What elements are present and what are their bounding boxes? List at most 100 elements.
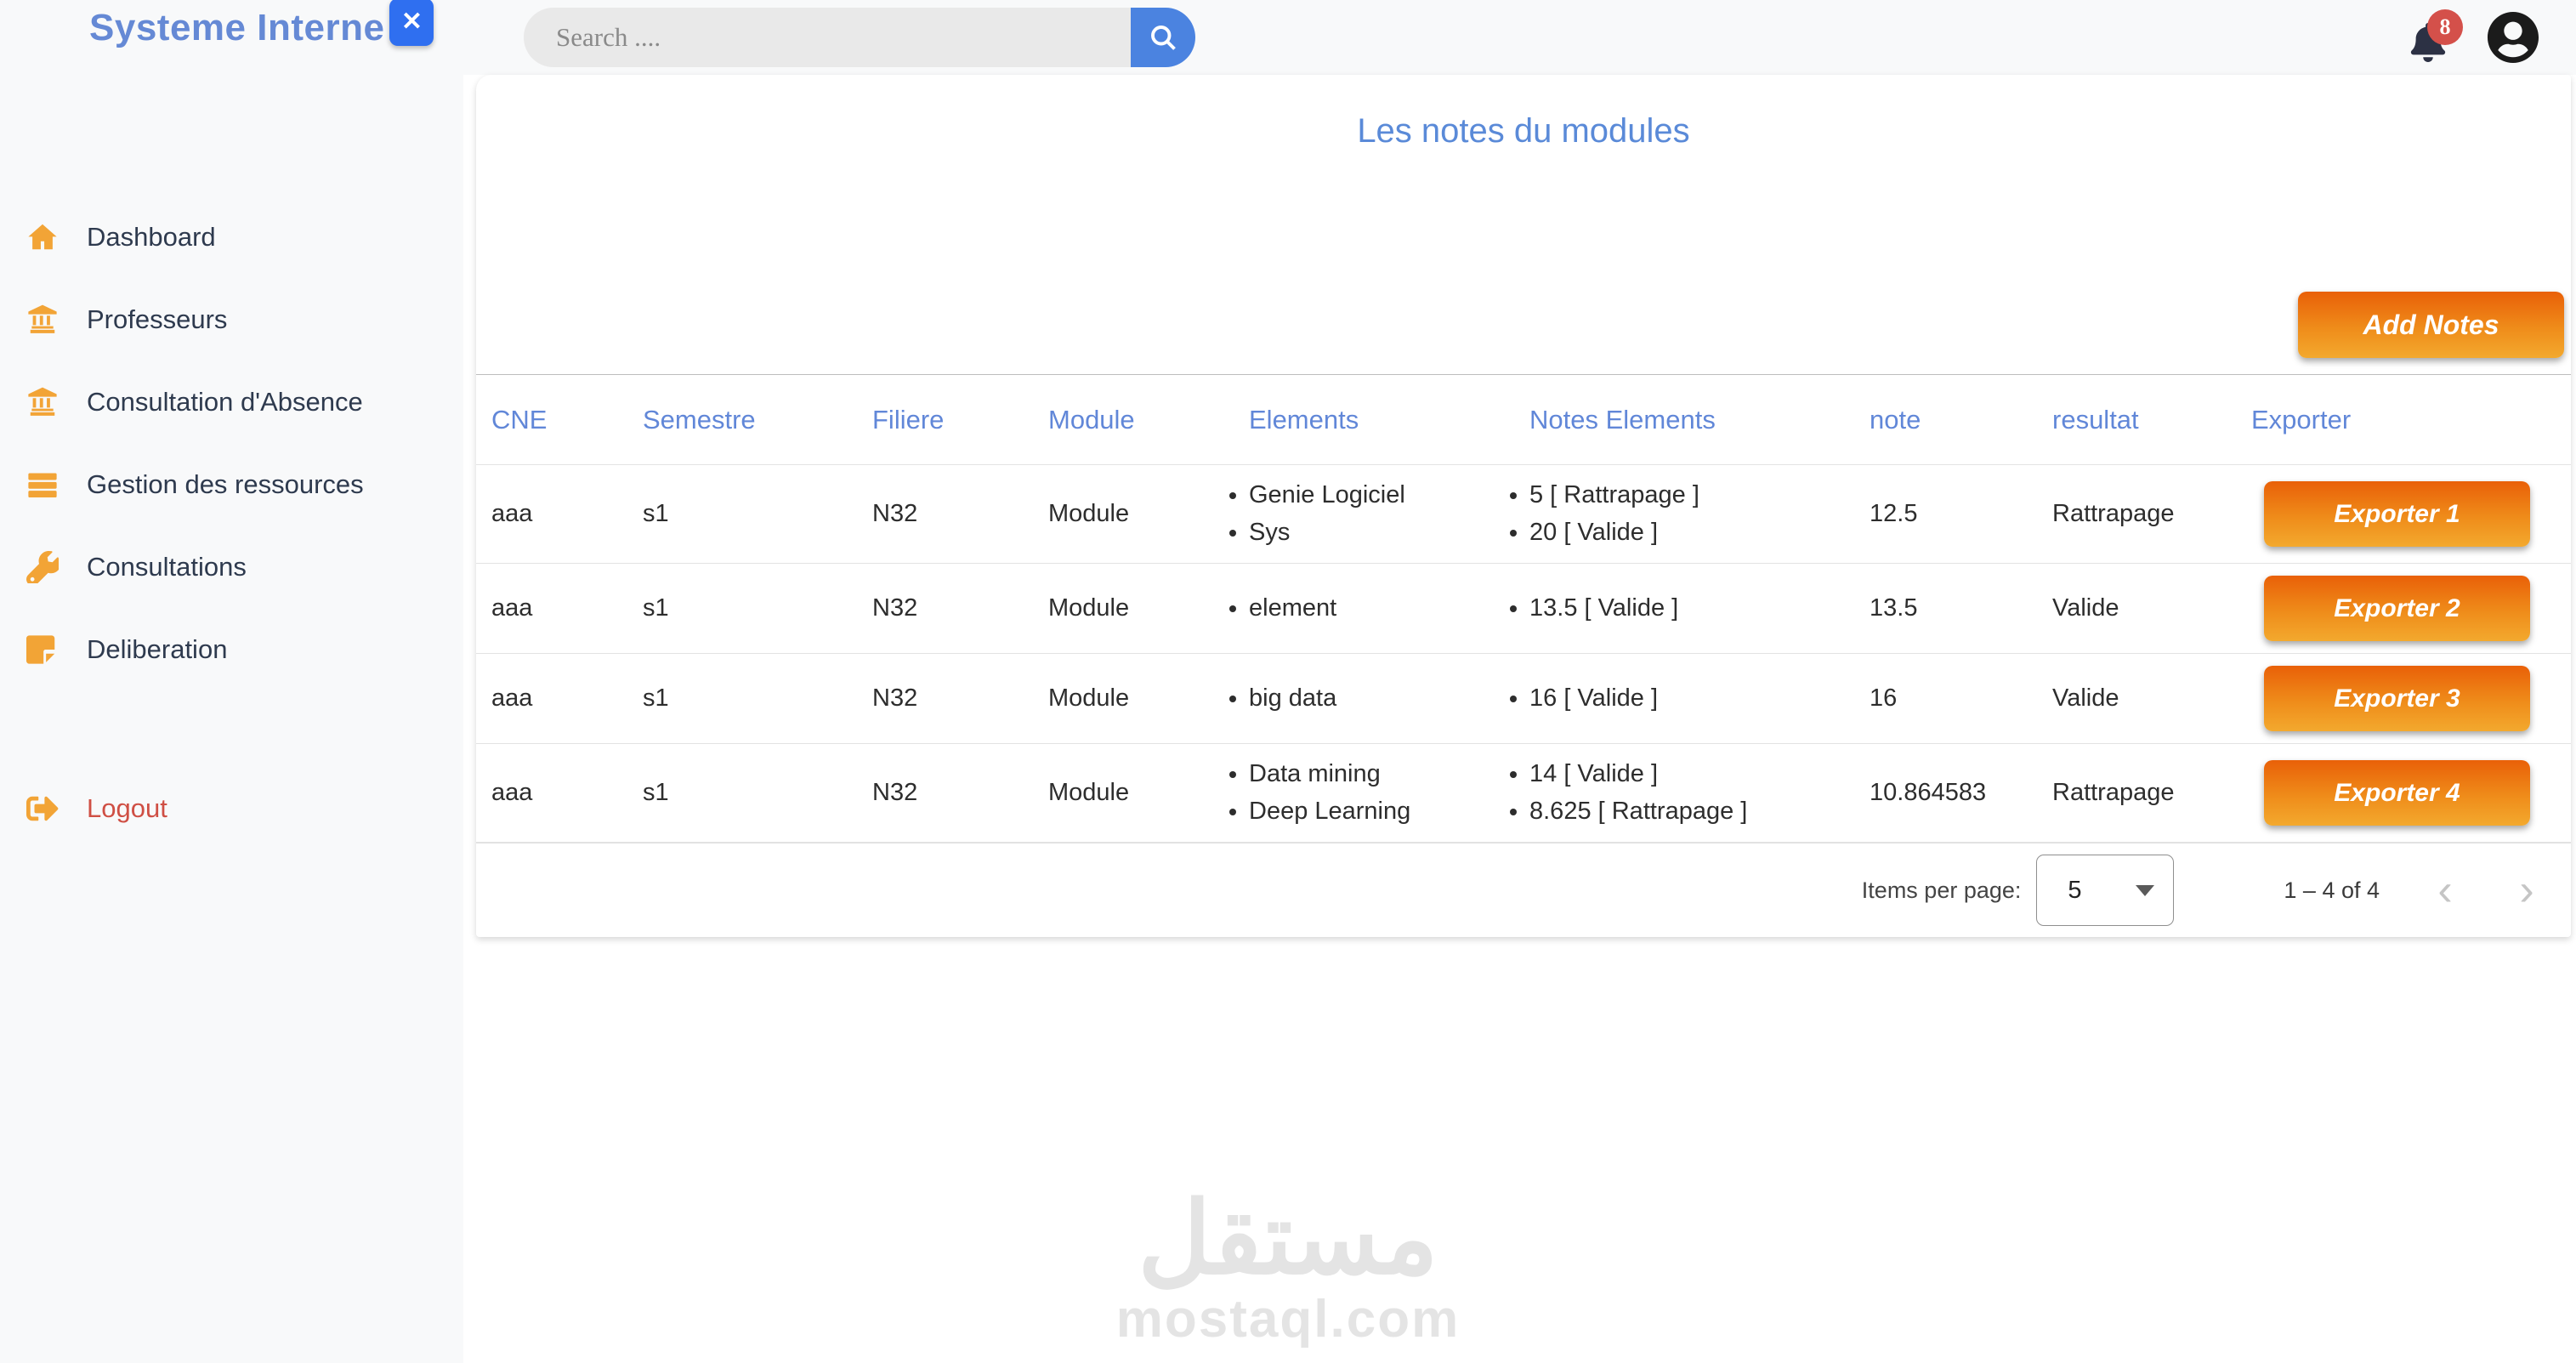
topbar: 8 <box>463 0 2576 75</box>
cell-exporter: Exporter 3 <box>2251 666 2571 731</box>
cell-module: Module <box>1048 684 1249 713</box>
note-element-item: 16 [ Valide ] <box>1529 680 1870 718</box>
avatar[interactable] <box>2487 11 2539 64</box>
note-element-item: 14 [ Valide ] <box>1529 756 1870 793</box>
cell-filiere: N32 <box>872 779 1048 807</box>
search-group <box>524 8 1195 67</box>
sidebar-item-dashboard[interactable]: Dashboard <box>0 196 463 278</box>
table-body: aaa s1 N32 Module Genie LogicielSys 5 [ … <box>476 465 2571 843</box>
cell-cne: aaa <box>491 500 643 528</box>
sidebar-item-logout[interactable]: Logout <box>0 767 463 849</box>
exporter-button[interactable]: Exporter 3 <box>2264 666 2530 731</box>
cell-exporter: Exporter 4 <box>2251 760 2571 826</box>
sidebar: Systeme Interne ✕ Dashboard Professeurs … <box>0 0 463 1363</box>
element-item: element <box>1249 590 1529 628</box>
user-icon <box>2487 11 2539 64</box>
search-input[interactable] <box>524 8 1131 67</box>
exporter-button[interactable]: Exporter 1 <box>2264 481 2530 547</box>
col-header-notes-elements: Notes Elements <box>1529 405 1870 435</box>
cell-notes-elements: 5 [ Rattrapage ]20 [ Valide ] <box>1529 477 1870 551</box>
notification-badge: 8 <box>2427 9 2463 45</box>
cell-semestre: s1 <box>643 779 872 807</box>
bank-icon <box>24 301 61 338</box>
content-card: Les notes du modules Add Notes CNE Semes… <box>476 75 2571 937</box>
cell-resultat: Rattrapage <box>2052 500 2251 528</box>
sidebar-item-label: Professeurs <box>87 304 227 335</box>
sidebar-item-label: Logout <box>87 793 167 824</box>
cell-elements: Data miningDeep Learning <box>1249 756 1529 830</box>
col-header-module: Module <box>1048 405 1249 435</box>
cell-semestre: s1 <box>643 500 872 528</box>
cell-elements: big data <box>1249 680 1529 718</box>
add-notes-button[interactable]: Add Notes <box>2298 292 2564 358</box>
server-icon <box>24 466 61 503</box>
items-per-page-value: 5 <box>2068 877 2136 905</box>
cell-resultat: Valide <box>2052 684 2251 713</box>
notifications-button[interactable]: 8 <box>2405 8 2451 67</box>
search-button[interactable] <box>1131 8 1195 67</box>
cell-cne: aaa <box>491 594 643 622</box>
element-item: big data <box>1249 680 1529 718</box>
table-row: aaa s1 N32 Module Genie LogicielSys 5 [ … <box>476 465 2571 564</box>
home-icon <box>24 219 61 256</box>
previous-page-button[interactable]: ‹ <box>2426 865 2464 916</box>
col-header-cne: CNE <box>491 405 643 435</box>
next-page-button[interactable]: › <box>2508 865 2545 916</box>
table-header-row: CNE Semestre Filiere Module Elements Not… <box>476 374 2571 465</box>
sidebar-nav: Dashboard Professeurs Consultation d'Abs… <box>0 196 463 849</box>
col-header-resultat: resultat <box>2052 405 2251 435</box>
items-per-page-select[interactable]: 5 <box>2036 855 2174 926</box>
cell-note: 12.5 <box>1870 500 2052 528</box>
note-element-item: 13.5 [ Valide ] <box>1529 590 1870 628</box>
note-icon <box>24 631 61 668</box>
cell-semestre: s1 <box>643 684 872 713</box>
sidebar-item-professeurs[interactable]: Professeurs <box>0 278 463 361</box>
exporter-button[interactable]: Exporter 4 <box>2264 760 2530 826</box>
cell-filiere: N32 <box>872 500 1048 528</box>
cell-module: Module <box>1048 779 1249 807</box>
paginator: Items per page: 5 1 – 4 of 4 ‹ › <box>476 843 2571 937</box>
cell-elements: Genie LogicielSys <box>1249 477 1529 551</box>
cell-cne: aaa <box>491 779 643 807</box>
page: Systeme Interne ✕ Dashboard Professeurs … <box>0 0 2576 1363</box>
element-item: Sys <box>1249 514 1529 552</box>
sidebar-item-consultations[interactable]: Consultations <box>0 525 463 608</box>
logo: Systeme Interne ✕ <box>89 7 434 49</box>
col-header-filiere: Filiere <box>872 405 1048 435</box>
logout-icon <box>24 790 61 827</box>
cell-elements: element <box>1249 590 1529 628</box>
note-element-item: 20 [ Valide ] <box>1529 514 1870 552</box>
cell-exporter: Exporter 2 <box>2251 576 2571 641</box>
element-item: Deep Learning <box>1249 793 1529 831</box>
element-item: Genie Logiciel <box>1249 477 1529 514</box>
cell-notes-elements: 16 [ Valide ] <box>1529 680 1870 718</box>
cell-notes-elements: 13.5 [ Valide ] <box>1529 590 1870 628</box>
sidebar-item-consultation-d-absence[interactable]: Consultation d'Absence <box>0 361 463 443</box>
cell-notes-elements: 14 [ Valide ]8.625 [ Rattrapage ] <box>1529 756 1870 830</box>
items-per-page-label: Items per page: <box>1862 877 2022 904</box>
cell-module: Module <box>1048 594 1249 622</box>
col-header-semestre: Semestre <box>643 405 872 435</box>
cell-cne: aaa <box>491 684 643 713</box>
close-icon[interactable]: ✕ <box>389 0 434 46</box>
exporter-button[interactable]: Exporter 2 <box>2264 576 2530 641</box>
sidebar-item-deliberation[interactable]: Deliberation <box>0 608 463 690</box>
element-item: Data mining <box>1249 756 1529 793</box>
sidebar-item-label: Gestion des ressources <box>87 469 364 500</box>
sidebar-item-label: Consultation d'Absence <box>87 387 363 417</box>
sidebar-item-label: Deliberation <box>87 634 227 665</box>
col-header-note: note <box>1870 405 2052 435</box>
cell-resultat: Valide <box>2052 594 2251 622</box>
chevron-down-icon <box>2136 885 2154 896</box>
col-header-exporter: Exporter <box>2251 405 2571 435</box>
topbar-actions: 8 <box>2405 0 2539 75</box>
watermark: مستقل mostaql.com <box>1116 1187 1460 1349</box>
sidebar-item-label: Dashboard <box>87 222 216 253</box>
col-header-elements: Elements <box>1249 405 1529 435</box>
cell-resultat: Rattrapage <box>2052 779 2251 807</box>
watermark-arabic: مستقل <box>1116 1187 1460 1292</box>
notes-table: CNE Semestre Filiere Module Elements Not… <box>476 374 2571 843</box>
page-title: Les notes du modules <box>476 112 2571 150</box>
bank-icon <box>24 383 61 421</box>
sidebar-item-gestion-des-ressources[interactable]: Gestion des ressources <box>0 443 463 525</box>
